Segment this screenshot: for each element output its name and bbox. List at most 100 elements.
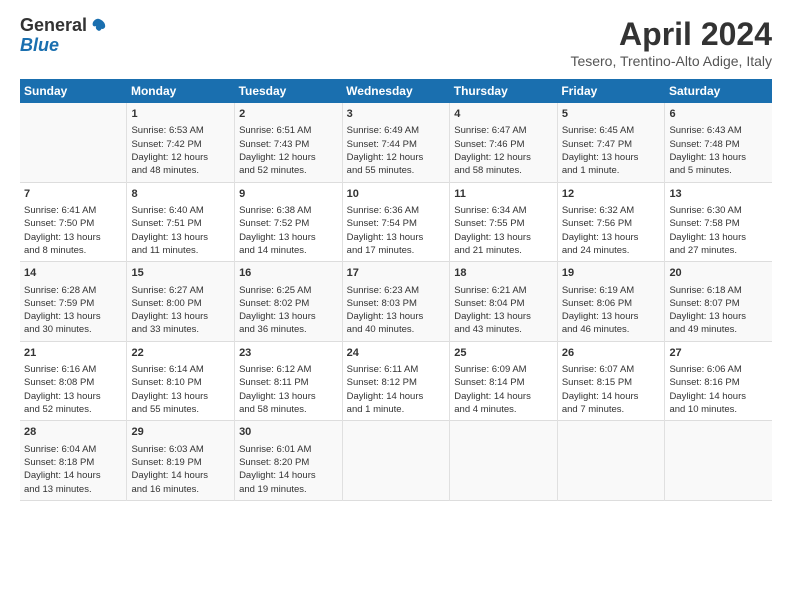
day-info-line: Daylight: 13 hours <box>24 231 122 244</box>
day-info-line: Daylight: 14 hours <box>347 390 446 403</box>
calendar-cell: 17Sunrise: 6:23 AMSunset: 8:03 PMDayligh… <box>342 262 450 342</box>
day-info-line: Sunrise: 6:38 AM <box>239 204 338 217</box>
day-info-line: Sunset: 7:55 PM <box>454 217 553 230</box>
day-info-line: Sunrise: 6:01 AM <box>239 443 338 456</box>
day-info-line: Daylight: 13 hours <box>669 310 768 323</box>
day-info-line: Sunrise: 6:30 AM <box>669 204 768 217</box>
calendar-cell: 24Sunrise: 6:11 AMSunset: 8:12 PMDayligh… <box>342 341 450 421</box>
day-info-line: Sunset: 7:59 PM <box>24 297 122 310</box>
logo-text-general: General <box>20 16 87 36</box>
calendar-cell: 26Sunrise: 6:07 AMSunset: 8:15 PMDayligh… <box>557 341 665 421</box>
day-info-line: Sunrise: 6:40 AM <box>131 204 230 217</box>
calendar-cell: 25Sunrise: 6:09 AMSunset: 8:14 PMDayligh… <box>450 341 558 421</box>
day-info-line: and 40 minutes. <box>347 323 446 336</box>
calendar-cell: 23Sunrise: 6:12 AMSunset: 8:11 PMDayligh… <box>235 341 343 421</box>
day-info-line: Daylight: 13 hours <box>562 151 661 164</box>
calendar-week-3: 14Sunrise: 6:28 AMSunset: 7:59 PMDayligh… <box>20 262 772 342</box>
day-info-line: Sunset: 8:04 PM <box>454 297 553 310</box>
calendar-cell: 14Sunrise: 6:28 AMSunset: 7:59 PMDayligh… <box>20 262 127 342</box>
day-number: 13 <box>669 187 768 202</box>
day-info-line: Daylight: 14 hours <box>24 469 122 482</box>
day-info-line: Sunset: 7:50 PM <box>24 217 122 230</box>
day-info-line: Daylight: 14 hours <box>131 469 230 482</box>
day-number: 10 <box>347 187 446 202</box>
logo-text-blue: Blue <box>20 36 59 56</box>
day-info-line: Daylight: 14 hours <box>239 469 338 482</box>
day-info-line: and 27 minutes. <box>669 244 768 257</box>
calendar-cell <box>557 421 665 501</box>
day-info-line: Daylight: 13 hours <box>454 310 553 323</box>
header-friday: Friday <box>557 79 665 103</box>
day-info-line: and 33 minutes. <box>131 323 230 336</box>
day-info-line: Sunset: 8:14 PM <box>454 376 553 389</box>
day-info-line: and 14 minutes. <box>239 244 338 257</box>
calendar-cell: 15Sunrise: 6:27 AMSunset: 8:00 PMDayligh… <box>127 262 235 342</box>
day-info-line: and 11 minutes. <box>131 244 230 257</box>
day-info-line: Daylight: 13 hours <box>454 231 553 244</box>
calendar-cell <box>342 421 450 501</box>
day-info-line: Sunset: 8:07 PM <box>669 297 768 310</box>
day-info-line: Sunset: 8:15 PM <box>562 376 661 389</box>
day-info-line: Daylight: 13 hours <box>239 231 338 244</box>
calendar-cell: 6Sunrise: 6:43 AMSunset: 7:48 PMDaylight… <box>665 103 772 182</box>
title-area: April 2024 Tesero, Trentino-Alto Adige, … <box>570 16 772 69</box>
day-info-line: Sunset: 8:20 PM <box>239 456 338 469</box>
day-number: 5 <box>562 107 661 122</box>
calendar-cell: 8 Sunrise: 6:40 AMSunset: 7:51 PMDaylight… <box>127 182 235 262</box>
day-number: 25 <box>454 346 553 361</box>
day-info-line: and 30 minutes. <box>24 323 122 336</box>
day-info-line: Daylight: 13 hours <box>669 151 768 164</box>
day-info-line: and 17 minutes. <box>347 244 446 257</box>
day-number: 12 <box>562 187 661 202</box>
day-number: 24 <box>347 346 446 361</box>
day-info-line: and 24 minutes. <box>562 244 661 257</box>
day-info-line: Sunrise: 6:12 AM <box>239 363 338 376</box>
header-saturday: Saturday <box>665 79 772 103</box>
calendar-week-2: 7Sunrise: 6:41 AMSunset: 7:50 PMDaylight… <box>20 182 772 262</box>
logo: General Blue <box>20 16 107 56</box>
day-number: 8 <box>131 187 230 202</box>
day-info-line: Sunset: 8:16 PM <box>669 376 768 389</box>
day-info-line: and 10 minutes. <box>669 403 768 416</box>
calendar-title: April 2024 <box>570 16 772 53</box>
day-info-line: Daylight: 13 hours <box>131 231 230 244</box>
day-number: 22 <box>131 346 230 361</box>
day-info-line: and 48 minutes. <box>131 164 230 177</box>
day-number: 16 <box>239 266 338 281</box>
day-number: 15 <box>131 266 230 281</box>
calendar-header-row: Sunday Monday Tuesday Wednesday Thursday… <box>20 79 772 103</box>
day-info-line: Sunset: 7:48 PM <box>669 138 768 151</box>
day-info-line: and 36 minutes. <box>239 323 338 336</box>
day-info-line: Sunset: 7:47 PM <box>562 138 661 151</box>
day-info-line: Sunset: 7:56 PM <box>562 217 661 230</box>
day-info-line: Sunset: 8:18 PM <box>24 456 122 469</box>
day-number: 17 <box>347 266 446 281</box>
day-info-line: and 5 minutes. <box>669 164 768 177</box>
day-info-line: Daylight: 13 hours <box>24 310 122 323</box>
calendar-cell: 4Sunrise: 6:47 AMSunset: 7:46 PMDaylight… <box>450 103 558 182</box>
day-info-line: Sunset: 7:54 PM <box>347 217 446 230</box>
header-area: General Blue April 2024 Tesero, Trentino… <box>20 16 772 69</box>
day-info-line: Sunset: 7:43 PM <box>239 138 338 151</box>
day-number: 20 <box>669 266 768 281</box>
calendar-week-1: 1Sunrise: 6:53 AMSunset: 7:42 PMDaylight… <box>20 103 772 182</box>
day-info-line: Sunrise: 6:34 AM <box>454 204 553 217</box>
calendar-cell: 18Sunrise: 6:21 AMSunset: 8:04 PMDayligh… <box>450 262 558 342</box>
day-number: 26 <box>562 346 661 361</box>
day-info-line: Daylight: 13 hours <box>562 231 661 244</box>
day-info-line: Daylight: 13 hours <box>669 231 768 244</box>
calendar-cell <box>665 421 772 501</box>
calendar-cell: 1Sunrise: 6:53 AMSunset: 7:42 PMDaylight… <box>127 103 235 182</box>
day-info-line: and 52 minutes. <box>24 403 122 416</box>
day-info-line: Sunset: 8:10 PM <box>131 376 230 389</box>
day-info-line: Sunrise: 6:18 AM <box>669 284 768 297</box>
day-info-line: Sunset: 8:03 PM <box>347 297 446 310</box>
day-info-line: Sunset: 8:11 PM <box>239 376 338 389</box>
day-info-line: Daylight: 14 hours <box>669 390 768 403</box>
day-info-line: Daylight: 13 hours <box>24 390 122 403</box>
calendar-cell: 21Sunrise: 6:16 AMSunset: 8:08 PMDayligh… <box>20 341 127 421</box>
calendar-cell <box>20 103 127 182</box>
day-info-line: Daylight: 13 hours <box>347 310 446 323</box>
day-info-line: Sunset: 7:51 PM <box>131 217 230 230</box>
day-info-line: Sunset: 8:08 PM <box>24 376 122 389</box>
